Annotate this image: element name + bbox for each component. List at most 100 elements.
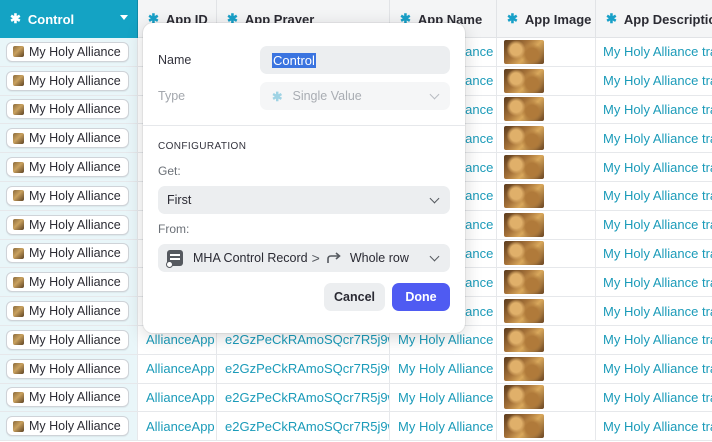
- cell-app-image[interactable]: [497, 124, 596, 153]
- relation-chip[interactable]: My Holy Alliance: [6, 272, 129, 293]
- cell-app-image[interactable]: [497, 153, 596, 181]
- relation-chip-label: My Holy Alliance: [29, 390, 121, 405]
- table-source-icon: [166, 250, 183, 268]
- cell-control[interactable]: My Holy Alliance: [0, 383, 138, 412]
- from-select[interactable]: MHA Control Record > Whole row: [158, 244, 450, 272]
- column-header-app-description[interactable]: ✱ App Description: [596, 0, 712, 38]
- cancel-button[interactable]: Cancel: [324, 283, 385, 311]
- app-image: [504, 126, 544, 151]
- cell-control[interactable]: My Holy Alliance: [0, 153, 138, 181]
- cell-app-image[interactable]: [497, 297, 596, 325]
- cell-app-id[interactable]: AllianceApp: [138, 354, 217, 383]
- path-separator: >: [311, 250, 320, 266]
- cell-control[interactable]: My Holy Alliance: [0, 412, 138, 441]
- cell-app-prayer[interactable]: e2GzPeCkRAmoSQcr7R5j9w: [217, 354, 390, 383]
- relation-chip-label: My Holy Alliance: [29, 188, 121, 203]
- table-row: My Holy Alliance AllianceAppe2GzPeCkRAmoS…: [0, 383, 712, 413]
- relation-chip[interactable]: My Holy Alliance: [6, 128, 129, 149]
- type-label: Type: [158, 89, 186, 103]
- cell-app-image[interactable]: [497, 210, 596, 239]
- relation-chip[interactable]: My Holy Alliance: [6, 329, 129, 350]
- cell-app-image[interactable]: [497, 354, 596, 383]
- cell-control[interactable]: My Holy Alliance: [0, 268, 138, 297]
- cell-app-image[interactable]: [497, 95, 596, 124]
- relation-chip[interactable]: My Holy Alliance: [6, 99, 129, 120]
- cell-app-image[interactable]: [497, 38, 596, 66]
- cell-app-id[interactable]: AllianceApp: [138, 383, 217, 412]
- cell-app-description[interactable]: My Holy Alliance tra: [596, 355, 712, 383]
- relation-chip[interactable]: My Holy Alliance: [6, 214, 129, 235]
- relation-chip[interactable]: My Holy Alliance: [6, 185, 129, 206]
- app-thumbnail-icon: [13, 46, 24, 58]
- app-thumbnail-icon: [13, 103, 24, 115]
- app-thumbnail-icon: [13, 161, 24, 173]
- chevron-down-icon: [429, 251, 440, 262]
- column-header-app-image[interactable]: ✱ App Image: [497, 0, 596, 38]
- relation-chip-label: My Holy Alliance: [29, 361, 121, 376]
- relation-chip[interactable]: My Holy Alliance: [6, 70, 129, 91]
- app-image: [504, 356, 544, 381]
- done-button[interactable]: Done: [392, 283, 450, 311]
- app-image: [504, 385, 544, 410]
- name-input-value: Control: [272, 52, 316, 68]
- cell-app-image[interactable]: [497, 66, 596, 95]
- relation-chip[interactable]: My Holy Alliance: [6, 157, 129, 178]
- cell-control[interactable]: My Holy Alliance: [0, 66, 138, 95]
- cell-app-name[interactable]: My Holy Alliance: [390, 354, 497, 383]
- cell-app-description[interactable]: My Holy Alliance tra: [596, 412, 712, 440]
- cell-app-id[interactable]: AllianceApp: [138, 412, 217, 441]
- relation-chip[interactable]: My Holy Alliance: [6, 387, 129, 408]
- relation-chip[interactable]: My Holy Alliance: [6, 41, 129, 62]
- cell-app-prayer[interactable]: e2GzPeCkRAmoSQcr7R5j9w: [217, 412, 390, 441]
- chevron-down-icon[interactable]: [120, 15, 128, 20]
- cell-app-description[interactable]: My Holy Alliance tra: [596, 297, 712, 325]
- cell-app-description[interactable]: My Holy Alliance tra: [596, 268, 712, 296]
- cell-control[interactable]: My Holy Alliance: [0, 210, 138, 239]
- app-image: [504, 183, 544, 208]
- name-field-row: Name Control: [158, 46, 450, 74]
- cell-app-image[interactable]: [497, 239, 596, 268]
- cell-app-description[interactable]: My Holy Alliance tra: [596, 240, 712, 268]
- cell-control[interactable]: My Holy Alliance: [0, 239, 138, 268]
- relation-chip[interactable]: My Holy Alliance: [6, 416, 129, 437]
- get-select[interactable]: First: [158, 186, 450, 214]
- cell-app-image[interactable]: [497, 383, 596, 412]
- cell-app-description[interactable]: My Holy Alliance tra: [596, 211, 712, 239]
- cell-control[interactable]: My Holy Alliance: [0, 325, 138, 354]
- cell-app-description[interactable]: My Holy Alliance tra: [596, 384, 712, 412]
- cell-control[interactable]: My Holy Alliance: [0, 297, 138, 325]
- cell-app-description[interactable]: My Holy Alliance tra: [596, 182, 712, 210]
- cell-app-description[interactable]: My Holy Alliance tra: [596, 326, 712, 354]
- name-input[interactable]: Control: [260, 46, 450, 74]
- cell-control[interactable]: My Holy Alliance: [0, 38, 138, 66]
- app-thumbnail-icon: [13, 391, 24, 403]
- cell-app-description[interactable]: My Holy Alliance tra: [596, 124, 712, 152]
- cell-app-description[interactable]: My Holy Alliance tra: [596, 96, 712, 124]
- computed-column-icon: ✱: [10, 11, 21, 26]
- cell-app-image[interactable]: [497, 325, 596, 354]
- cell-app-name[interactable]: My Holy Alliance: [390, 412, 497, 441]
- cell-app-image[interactable]: [497, 181, 596, 210]
- column-header-control[interactable]: ✱ Control: [0, 0, 138, 38]
- relation-chip[interactable]: My Holy Alliance: [6, 358, 129, 379]
- app-thumbnail-icon: [13, 247, 24, 259]
- cell-app-prayer[interactable]: e2GzPeCkRAmoSQcr7R5j9w: [217, 383, 390, 412]
- cell-app-image[interactable]: [497, 412, 596, 441]
- cell-control[interactable]: My Holy Alliance: [0, 124, 138, 153]
- relation-chip-label: My Holy Alliance: [29, 131, 121, 146]
- cell-control[interactable]: My Holy Alliance: [0, 95, 138, 124]
- cell-app-description[interactable]: My Holy Alliance tra: [596, 153, 712, 181]
- type-select: ✱ Single Value: [260, 82, 450, 110]
- column-header-label: Control: [27, 11, 75, 27]
- cell-app-image[interactable]: [497, 268, 596, 297]
- relation-chip[interactable]: My Holy Alliance: [6, 301, 129, 322]
- from-target: Whole row: [349, 251, 409, 265]
- cell-control[interactable]: My Holy Alliance: [0, 354, 138, 383]
- relation-chip[interactable]: My Holy Alliance: [6, 243, 129, 264]
- cell-app-description[interactable]: My Holy Alliance tra: [596, 67, 712, 95]
- cell-control[interactable]: My Holy Alliance: [0, 181, 138, 210]
- column-config-popover: Name Control Type ✱ Single Value CONFIGU…: [143, 23, 465, 333]
- cell-app-name[interactable]: My Holy Alliance: [390, 383, 497, 412]
- app-image: [504, 68, 544, 93]
- cell-app-description[interactable]: My Holy Alliance tra: [596, 38, 712, 66]
